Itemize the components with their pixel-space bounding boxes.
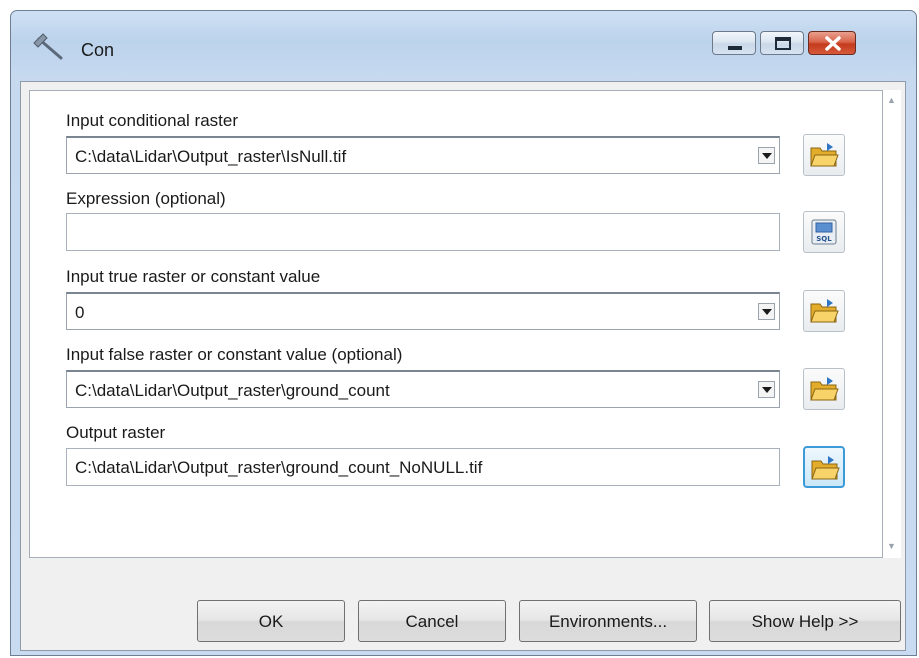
input-false-raster-combo[interactable]: C:\data\Lidar\Output_raster\ground_count	[66, 370, 780, 408]
input-false-raster-browse-button[interactable]	[803, 368, 845, 410]
input-conditional-raster-combo[interactable]: C:\data\Lidar\Output_raster\IsNull.tif	[66, 136, 780, 174]
maximize-button[interactable]	[760, 31, 804, 55]
minimize-icon	[728, 46, 742, 50]
sql-builder-button[interactable]: SQL	[803, 211, 845, 253]
svg-text:SQL: SQL	[816, 235, 832, 243]
folder-open-icon	[810, 299, 839, 323]
window-title: Con	[81, 40, 115, 60]
sql-builder-icon: SQL	[811, 219, 837, 245]
input-conditional-raster-value: C:\data\Lidar\Output_raster\IsNull.tif	[75, 147, 347, 166]
output-raster-input[interactable]: C:\data\Lidar\Output_raster\ground_count…	[66, 448, 780, 486]
environments-button[interactable]: Environments...	[519, 600, 697, 642]
chevron-down-icon[interactable]	[758, 381, 775, 398]
input-true-raster-combo[interactable]: 0	[66, 292, 780, 330]
con-tool-dialog: Con Input conditional raster C:\data\Lid…	[10, 10, 917, 656]
output-raster-label: Output raster	[66, 423, 166, 442]
ok-button[interactable]: OK	[197, 600, 345, 642]
folder-open-icon	[811, 456, 840, 480]
input-true-raster-browse-button[interactable]	[803, 290, 845, 332]
close-button[interactable]	[808, 31, 856, 55]
parameters-panel: Input conditional raster C:\data\Lidar\O…	[29, 90, 883, 558]
scroll-up-icon[interactable]: ▲	[887, 96, 896, 105]
chevron-down-icon[interactable]	[758, 147, 775, 164]
vertical-scrollbar[interactable]: ▲ ▼	[883, 90, 901, 558]
input-conditional-raster-browse-button[interactable]	[803, 134, 845, 176]
input-false-raster-label: Input false raster or constant value (op…	[66, 345, 403, 364]
expression-input[interactable]	[66, 213, 780, 251]
output-raster-value: C:\data\Lidar\Output_raster\ground_count…	[75, 458, 483, 477]
output-raster-browse-button[interactable]	[803, 446, 845, 488]
dialog-body: Input conditional raster C:\data\Lidar\O…	[20, 81, 906, 651]
minimize-button[interactable]	[712, 31, 756, 55]
input-true-raster-label: Input true raster or constant value	[66, 267, 321, 286]
close-icon	[825, 36, 841, 51]
input-false-raster-value: C:\data\Lidar\Output_raster\ground_count	[75, 381, 390, 400]
maximize-icon	[775, 37, 791, 50]
show-help-button[interactable]: Show Help >>	[709, 600, 901, 642]
folder-open-icon	[810, 377, 839, 401]
hammer-icon	[31, 31, 67, 61]
input-conditional-raster-label: Input conditional raster	[66, 111, 238, 130]
cancel-button[interactable]: Cancel	[358, 600, 506, 642]
input-true-raster-value: 0	[75, 303, 85, 322]
title-bar[interactable]: Con	[11, 11, 916, 81]
scroll-down-icon[interactable]: ▼	[887, 542, 896, 551]
folder-open-icon	[810, 143, 839, 167]
expression-label: Expression (optional)	[66, 189, 226, 208]
chevron-down-icon[interactable]	[758, 303, 775, 320]
